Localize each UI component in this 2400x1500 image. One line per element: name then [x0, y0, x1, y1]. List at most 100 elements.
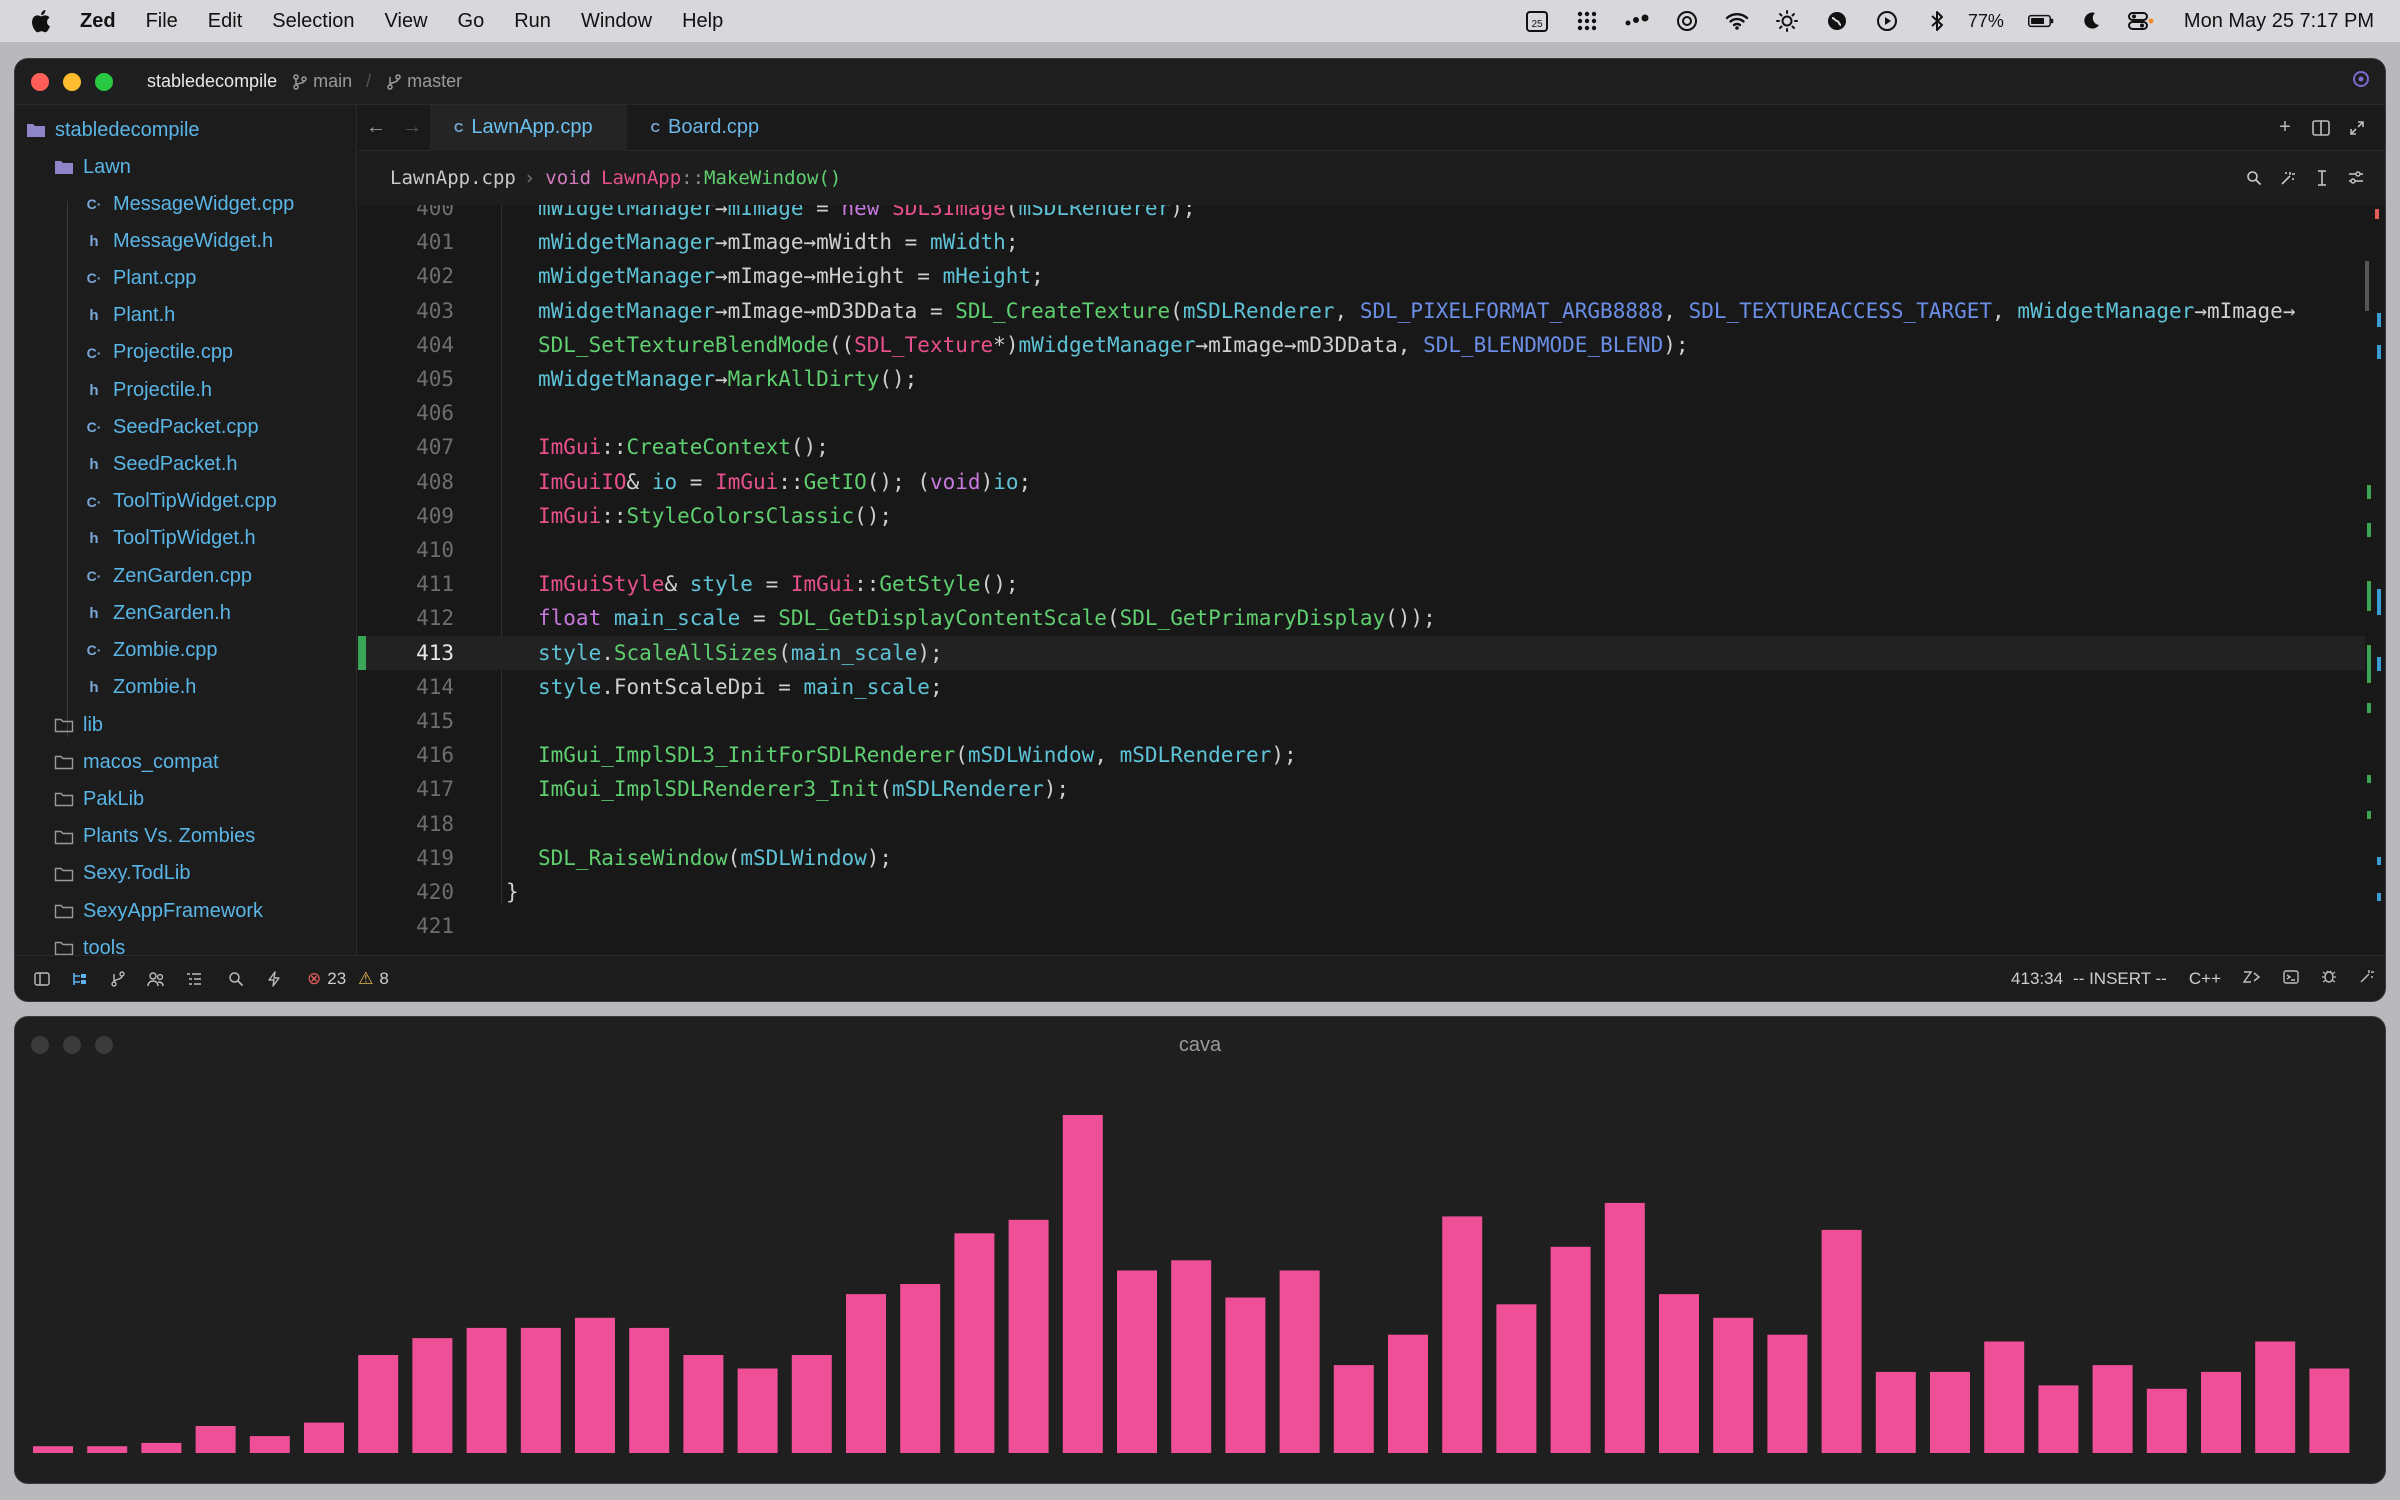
- project-name[interactable]: stabledecompile: [147, 71, 277, 92]
- tree-folder-item[interactable]: Plants Vs. Zombies: [53, 820, 255, 854]
- tree-file-item[interactable]: h MessageWidget.h: [83, 224, 273, 258]
- tab-board[interactable]: C Board.cpp: [627, 105, 794, 151]
- debug-icon[interactable]: [2321, 968, 2337, 989]
- code-line[interactable]: 414 style.FontScaleDpi = main_scale;: [358, 670, 2365, 704]
- globe-icon[interactable]: [1824, 8, 1850, 34]
- code-line[interactable]: 420}: [358, 875, 2365, 909]
- tree-file-item[interactable]: C· SeedPacket.cpp: [83, 410, 259, 444]
- collaboration-icon[interactable]: [137, 971, 175, 987]
- collab-icon[interactable]: [2351, 69, 2371, 94]
- new-tab-icon[interactable]: +: [2267, 116, 2303, 139]
- outline-icon[interactable]: [175, 972, 213, 986]
- code-line[interactable]: 407 ImGui::CreateContext();: [358, 430, 2365, 464]
- tree-folder-lawn[interactable]: Lawn: [53, 150, 131, 184]
- battery-icon[interactable]: [2027, 8, 2054, 34]
- scrollbar-thumb[interactable]: [2365, 261, 2369, 311]
- code-line[interactable]: 413 style.ScaleAllSizes(main_scale);: [358, 635, 2365, 670]
- close-window-button[interactable]: [31, 72, 49, 91]
- focus-icon[interactable]: [1674, 8, 1700, 34]
- tree-file-item[interactable]: h Plant.h: [83, 299, 175, 333]
- assistant-icon[interactable]: [2271, 170, 2305, 186]
- menu-edit[interactable]: Edit: [208, 10, 242, 33]
- branch-picker[interactable]: main: [293, 71, 352, 92]
- code-line[interactable]: 401 mWidgetManager→mImage→mWidth = mWidth…: [358, 225, 2365, 259]
- cursor-position[interactable]: 413:34: [2011, 969, 2063, 989]
- control-center-icon[interactable]: [2127, 8, 2154, 34]
- code-line[interactable]: 405 mWidgetManager→MarkAllDirty();: [358, 362, 2365, 396]
- calendar-icon[interactable]: 25: [1524, 8, 1550, 34]
- maximize-icon[interactable]: [2339, 116, 2375, 139]
- brightness-icon[interactable]: [1774, 8, 1800, 34]
- search-icon[interactable]: [2237, 170, 2271, 186]
- play-icon[interactable]: [1874, 8, 1900, 34]
- code-line[interactable]: 417 ImGui_ImplSDLRenderer3_Init(mSDLRende…: [358, 772, 2365, 806]
- code-line[interactable]: 408 ImGuiIO& io = ImGui::GetIO(); (void)i…: [358, 465, 2365, 499]
- tree-file-item[interactable]: C· ToolTipWidget.cpp: [83, 485, 277, 519]
- code-line[interactable]: 406: [358, 396, 2365, 430]
- tree-file-item[interactable]: C· ZenGarden.cpp: [83, 559, 252, 593]
- back-button[interactable]: ←: [358, 105, 394, 151]
- code-line[interactable]: 419 SDL_RaiseWindow(mSDLWindow);: [358, 841, 2365, 875]
- search-icon[interactable]: [217, 971, 255, 987]
- tree-file-item[interactable]: C· Projectile.cpp: [83, 336, 233, 370]
- scrollbar-markers[interactable]: [2365, 205, 2385, 945]
- sidebar-toggle-icon[interactable]: [23, 971, 61, 986]
- tree-file-item[interactable]: C· Plant.cpp: [83, 261, 197, 295]
- tree-file-item[interactable]: h ToolTipWidget.h: [83, 522, 255, 556]
- grid-icon[interactable]: [1574, 8, 1600, 34]
- code-line[interactable]: 411 ImGuiStyle& style = ImGui::GetStyle()…: [358, 567, 2365, 601]
- menu-help[interactable]: Help: [682, 10, 723, 33]
- code-line[interactable]: 415: [358, 704, 2365, 738]
- minimize-window-button[interactable]: [63, 72, 81, 91]
- tree-file-item[interactable]: h SeedPacket.h: [83, 447, 237, 481]
- code-line[interactable]: 410: [358, 533, 2365, 567]
- code-line[interactable]: 403 mWidgetManager→mImage→mD3DData = SDL_…: [358, 294, 2365, 328]
- forward-button[interactable]: →: [394, 105, 430, 151]
- text-cursor-icon[interactable]: [2305, 170, 2339, 186]
- apple-icon[interactable]: [28, 8, 52, 34]
- dots-icon[interactable]: [1624, 8, 1650, 34]
- tree-root-folder[interactable]: stabledecompile: [25, 113, 200, 147]
- menu-selection[interactable]: Selection: [272, 10, 354, 33]
- bluetooth-icon[interactable]: [1924, 8, 1950, 34]
- menu-go[interactable]: Go: [458, 10, 485, 33]
- worktree-picker[interactable]: master: [387, 71, 462, 92]
- menu-app-name[interactable]: Zed: [80, 10, 116, 33]
- language-selector[interactable]: C++: [2189, 969, 2221, 989]
- tree-folder-item[interactable]: Sexy.TodLib: [53, 857, 190, 891]
- menu-run[interactable]: Run: [514, 10, 551, 33]
- menubar-clock[interactable]: Mon May 25 7:17 PM: [2184, 10, 2374, 33]
- code-line[interactable]: 404 SDL_SetTextureBlendMode((SDL_Texture*…: [358, 328, 2365, 362]
- assistant-sparkle-icon[interactable]: [2359, 968, 2375, 989]
- tree-folder-item[interactable]: PakLib: [53, 782, 144, 816]
- code-line[interactable]: 416 ImGui_ImplSDL3_InitForSDLRenderer(mSD…: [358, 738, 2365, 772]
- tree-file-item[interactable]: C· MessageWidget.cpp: [83, 187, 295, 221]
- terminal-icon[interactable]: [2283, 969, 2299, 989]
- breadcrumb[interactable]: LawnApp.cpp › void LawnApp :: MakeWindow…: [358, 151, 2385, 205]
- code-line[interactable]: 421: [358, 909, 2365, 943]
- wifi-icon[interactable]: [1724, 8, 1750, 34]
- project-panel-icon[interactable]: [61, 971, 99, 987]
- code-line[interactable]: 409 ImGui::StyleColorsClassic();: [358, 499, 2365, 533]
- code-line[interactable]: 402 mWidgetManager→mImage→mHeight = mHeig…: [358, 259, 2365, 293]
- code-editor[interactable]: 400 mWidgetManager→mImage = new SDL3Image…: [358, 205, 2385, 957]
- tree-folder-item[interactable]: SexyAppFramework: [53, 894, 263, 928]
- menu-window[interactable]: Window: [581, 10, 652, 33]
- zoom-window-button[interactable]: [95, 72, 113, 91]
- code-line[interactable]: 400 mWidgetManager→mImage = new SDL3Image…: [358, 205, 2365, 225]
- settings-sliders-icon[interactable]: [2339, 170, 2373, 186]
- split-pane-icon[interactable]: [2303, 116, 2339, 139]
- tree-file-item[interactable]: h ZenGarden.h: [83, 596, 230, 630]
- tree-file-item[interactable]: h Projectile.h: [83, 373, 212, 407]
- menu-file[interactable]: File: [146, 10, 178, 33]
- tree-folder-item[interactable]: lib: [53, 708, 103, 742]
- tree-file-item[interactable]: h Zombie.h: [83, 671, 196, 705]
- tree-file-item[interactable]: C· Zombie.cpp: [83, 633, 218, 667]
- tree-folder-item[interactable]: macos_compat: [53, 745, 219, 779]
- git-panel-icon[interactable]: [99, 970, 137, 987]
- code-line[interactable]: 412 float main_scale = SDL_GetDisplayCont…: [358, 601, 2365, 635]
- moon-icon[interactable]: [2078, 8, 2104, 34]
- error-icon[interactable]: ⊗: [307, 969, 321, 989]
- code-line[interactable]: 418: [358, 807, 2365, 841]
- tab-lawnapp[interactable]: C LawnApp.cpp: [430, 104, 627, 151]
